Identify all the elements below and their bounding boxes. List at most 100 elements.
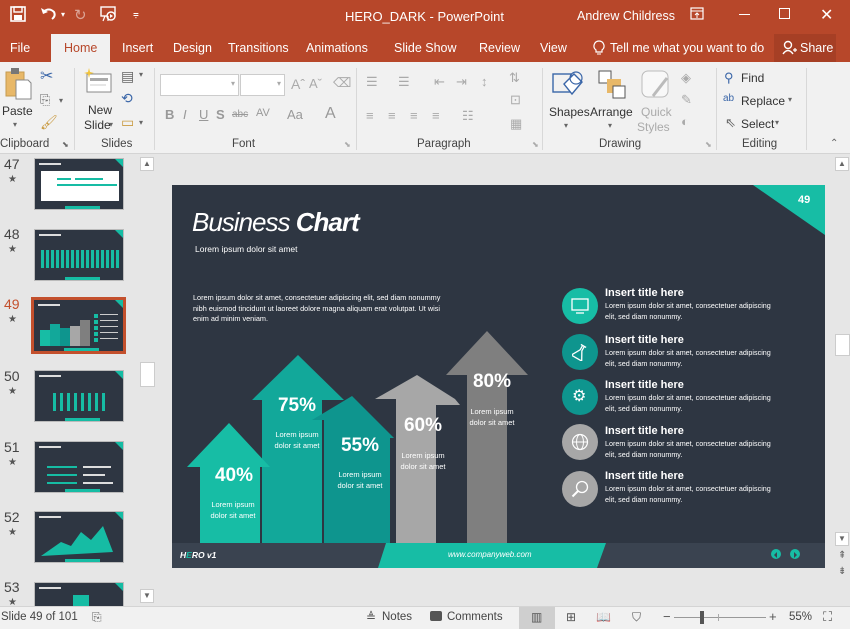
drawing-launcher-icon[interactable]: ⬊ bbox=[705, 140, 712, 149]
zoom-slider-thumb[interactable] bbox=[699, 611, 704, 624]
tab-file[interactable]: File bbox=[10, 41, 30, 55]
zoom-in-button[interactable]: + bbox=[769, 609, 777, 624]
zoom-level[interactable]: 55% bbox=[789, 611, 812, 623]
clipboard-launcher-icon[interactable]: ⬊ bbox=[62, 140, 69, 149]
select-cursor-icon[interactable]: ⇖ bbox=[725, 115, 736, 131]
columns-icon[interactable]: ☷ bbox=[462, 108, 474, 124]
layout-icon[interactable]: ▤ bbox=[121, 68, 134, 85]
find-button[interactable]: Find bbox=[741, 71, 764, 85]
font-size-input[interactable]: ▾ bbox=[240, 74, 285, 96]
zoom-out-button[interactable]: − bbox=[663, 609, 671, 624]
shadow-button[interactable]: S bbox=[216, 107, 225, 122]
reading-view-icon[interactable]: 📖 bbox=[596, 610, 611, 624]
align-right-icon[interactable]: ≡ bbox=[410, 108, 418, 123]
shape-fill-icon[interactable]: ◈ bbox=[681, 70, 691, 86]
tab-design[interactable]: Design bbox=[173, 41, 212, 55]
select-button[interactable]: Select bbox=[741, 117, 774, 131]
user-name[interactable]: Andrew Childress bbox=[577, 9, 675, 23]
fit-to-window-icon[interactable]: ⛶ bbox=[823, 609, 832, 625]
section-icon[interactable]: ▭ bbox=[121, 114, 134, 131]
scroll-thumb[interactable] bbox=[835, 334, 850, 356]
arrange-dropdown-icon[interactable]: ▾ bbox=[608, 121, 612, 130]
justify-icon[interactable]: ≡ bbox=[432, 108, 440, 123]
replace-icon[interactable]: ab bbox=[723, 93, 734, 104]
shapes-icon[interactable] bbox=[552, 70, 584, 107]
scroll-thumb[interactable] bbox=[140, 362, 155, 387]
align-center-icon[interactable]: ≡ bbox=[388, 108, 396, 123]
new-slide-label-2[interactable]: Slide bbox=[84, 118, 111, 132]
quick-styles-label-1[interactable]: Quick bbox=[641, 105, 672, 119]
cut-icon[interactable]: ✂ bbox=[40, 66, 53, 86]
thumbnails-scrollbar[interactable]: ▲ ▼ bbox=[140, 154, 156, 606]
scroll-up-button[interactable]: ▲ bbox=[835, 157, 849, 171]
reset-icon[interactable]: ⟲ bbox=[121, 90, 133, 107]
close-button[interactable]: ✕ bbox=[820, 5, 833, 25]
find-icon[interactable]: ⚲ bbox=[724, 70, 734, 86]
shapes-label[interactable]: Shapes bbox=[549, 105, 590, 119]
tab-view[interactable]: View bbox=[540, 41, 567, 55]
present-from-start-icon[interactable] bbox=[100, 6, 118, 26]
new-slide-icon[interactable] bbox=[84, 68, 112, 94]
slide-sorter-icon[interactable]: ⊞ bbox=[566, 610, 576, 624]
minimize-button[interactable] bbox=[739, 14, 750, 15]
new-slide-dropdown-icon[interactable]: ▾ bbox=[109, 120, 113, 129]
tab-animations[interactable]: Animations bbox=[306, 41, 368, 55]
italic-button[interactable]: I bbox=[183, 107, 187, 122]
copy-dropdown-icon[interactable]: ▾ bbox=[59, 96, 63, 105]
normal-view-button[interactable]: ▥ bbox=[519, 607, 555, 629]
slide-thumbnail[interactable] bbox=[34, 158, 124, 210]
section-dropdown-icon[interactable]: ▾ bbox=[139, 118, 143, 127]
collapse-ribbon-icon[interactable]: ⌃ bbox=[830, 138, 838, 149]
shape-effects-icon[interactable]: ◐ bbox=[681, 114, 689, 129]
decrease-indent-icon[interactable]: ⇤ bbox=[434, 74, 445, 90]
quick-styles-icon[interactable] bbox=[641, 70, 671, 105]
tab-insert[interactable]: Insert bbox=[122, 41, 153, 55]
slide-thumbnail[interactable] bbox=[34, 370, 124, 422]
text-direction-icon[interactable]: ⇅ bbox=[509, 70, 520, 86]
paste-button[interactable] bbox=[4, 66, 34, 106]
smartart-icon[interactable]: ▦ bbox=[510, 116, 522, 132]
tab-home[interactable]: Home bbox=[51, 34, 111, 62]
line-spacing-icon[interactable]: ↕ bbox=[481, 74, 488, 89]
bullets-icon[interactable]: ☰ bbox=[366, 74, 378, 90]
previous-slide-icon[interactable]: ⇞ bbox=[838, 550, 846, 561]
font-launcher-icon[interactable]: ⬊ bbox=[344, 140, 351, 149]
decrease-font-icon[interactable]: Aˇ bbox=[309, 76, 322, 91]
format-painter-icon[interactable]: 🖌 bbox=[40, 114, 58, 131]
slide-thumbnail[interactable] bbox=[34, 582, 124, 606]
increase-indent-icon[interactable]: ⇥ bbox=[456, 74, 467, 90]
slide-thumbnail[interactable] bbox=[34, 229, 124, 281]
quick-styles-label-2[interactable]: Styles bbox=[637, 120, 670, 134]
copy-icon[interactable]: ⎘ bbox=[40, 92, 50, 108]
arrange-label[interactable]: Arrange bbox=[590, 105, 633, 119]
numbering-icon[interactable]: ☰ bbox=[398, 74, 410, 90]
font-name-input[interactable]: ▾ bbox=[160, 74, 239, 96]
scroll-down-button[interactable]: ▼ bbox=[835, 532, 849, 546]
zoom-slider[interactable] bbox=[674, 617, 766, 618]
clear-formatting-icon[interactable]: ⌫ bbox=[333, 75, 351, 91]
shapes-dropdown-icon[interactable]: ▾ bbox=[564, 121, 568, 130]
share-button[interactable]: Share bbox=[774, 34, 836, 62]
select-dropdown-icon[interactable]: ▾ bbox=[775, 118, 779, 127]
tell-me-search[interactable]: Tell me what you want to do bbox=[610, 41, 764, 55]
font-size-dropdown-icon[interactable]: ▾ bbox=[277, 79, 281, 88]
accessibility-icon[interactable]: ⎘ bbox=[92, 610, 102, 625]
replace-button[interactable]: Replace bbox=[741, 94, 785, 108]
next-arrow-icon[interactable] bbox=[790, 549, 800, 559]
slide-thumbnail[interactable] bbox=[34, 441, 124, 493]
paragraph-launcher-icon[interactable]: ⬊ bbox=[532, 140, 539, 149]
font-name-dropdown-icon[interactable]: ▾ bbox=[231, 79, 235, 88]
new-slide-label-1[interactable]: New bbox=[88, 103, 112, 117]
slide-thumbnail[interactable] bbox=[34, 511, 124, 563]
ribbon-display-options-icon[interactable] bbox=[690, 7, 704, 23]
slideshow-icon[interactable]: ⛉ bbox=[632, 610, 641, 625]
scroll-up-button[interactable]: ▲ bbox=[140, 157, 154, 171]
customize-qat-icon[interactable]: ⩦ bbox=[133, 9, 139, 20]
underline-button[interactable]: U bbox=[199, 107, 208, 122]
save-icon[interactable] bbox=[10, 6, 26, 26]
character-spacing-button[interactable]: AV bbox=[256, 107, 270, 119]
align-left-icon[interactable]: ≡ bbox=[366, 108, 374, 123]
align-text-icon[interactable]: ⊡ bbox=[510, 92, 521, 108]
maximize-button[interactable] bbox=[779, 8, 790, 19]
tab-transitions[interactable]: Transitions bbox=[228, 41, 289, 55]
